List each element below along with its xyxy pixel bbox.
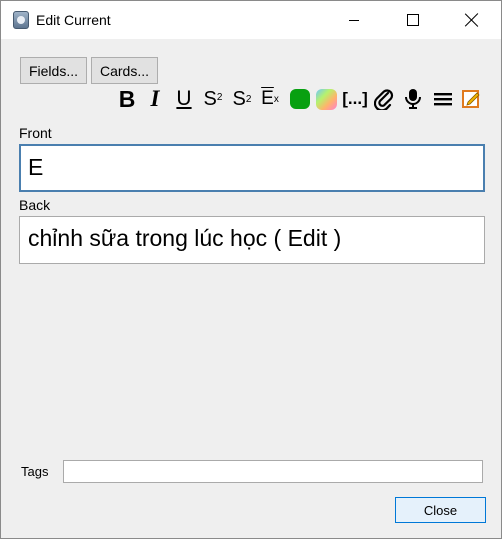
text-color-swatch bbox=[290, 89, 310, 109]
edit-current-window: Edit Current Fields... Cards... B I U S2… bbox=[0, 0, 502, 539]
paperclip-icon[interactable] bbox=[372, 87, 396, 111]
microphone-icon[interactable] bbox=[401, 87, 425, 111]
back-field-label: Back bbox=[19, 197, 51, 213]
anki-app-icon bbox=[13, 11, 29, 29]
front-field-editor[interactable]: E bbox=[19, 144, 485, 192]
cloze-icon[interactable]: [...] bbox=[342, 87, 368, 111]
close-icon bbox=[465, 13, 479, 27]
italic-icon[interactable]: I bbox=[143, 86, 167, 111]
minimize-icon bbox=[349, 19, 359, 21]
clear-base: E bbox=[261, 88, 274, 109]
title-bar[interactable]: Edit Current bbox=[1, 1, 501, 39]
front-field-label: Front bbox=[19, 125, 52, 141]
menu-icon[interactable] bbox=[431, 87, 455, 111]
fields-button[interactable]: Fields... bbox=[20, 57, 87, 84]
superscript-mark: 2 bbox=[216, 91, 223, 103]
subscript-icon[interactable]: S2 bbox=[230, 87, 254, 111]
tags-input[interactable] bbox=[63, 460, 483, 483]
underline-icon[interactable]: U bbox=[172, 87, 196, 111]
clear-mark: x bbox=[273, 93, 279, 105]
subscript-mark: 2 bbox=[245, 93, 252, 105]
text-color-icon[interactable] bbox=[288, 87, 312, 111]
back-field-editor[interactable]: chỉnh sữa trong lúc học ( Edit ) bbox=[19, 216, 485, 264]
window-title: Edit Current bbox=[36, 12, 111, 28]
cards-button[interactable]: Cards... bbox=[91, 57, 158, 84]
maximize-button[interactable] bbox=[390, 1, 436, 39]
bold-icon[interactable]: B bbox=[115, 86, 139, 112]
close-window-button[interactable] bbox=[449, 1, 495, 39]
maximize-icon bbox=[407, 14, 419, 26]
close-button[interactable]: Close bbox=[395, 497, 486, 523]
superscript-icon[interactable]: S2 bbox=[201, 87, 225, 111]
subscript-base: S bbox=[232, 87, 246, 110]
minimize-button[interactable] bbox=[331, 1, 377, 39]
highlight-swatch bbox=[315, 88, 337, 110]
clear-formatting-icon[interactable]: Ex bbox=[258, 87, 282, 111]
tags-label: Tags bbox=[21, 464, 49, 479]
html-editor-icon[interactable] bbox=[459, 87, 483, 111]
superscript-base: S bbox=[203, 87, 217, 110]
highlight-color-icon[interactable] bbox=[314, 87, 338, 111]
